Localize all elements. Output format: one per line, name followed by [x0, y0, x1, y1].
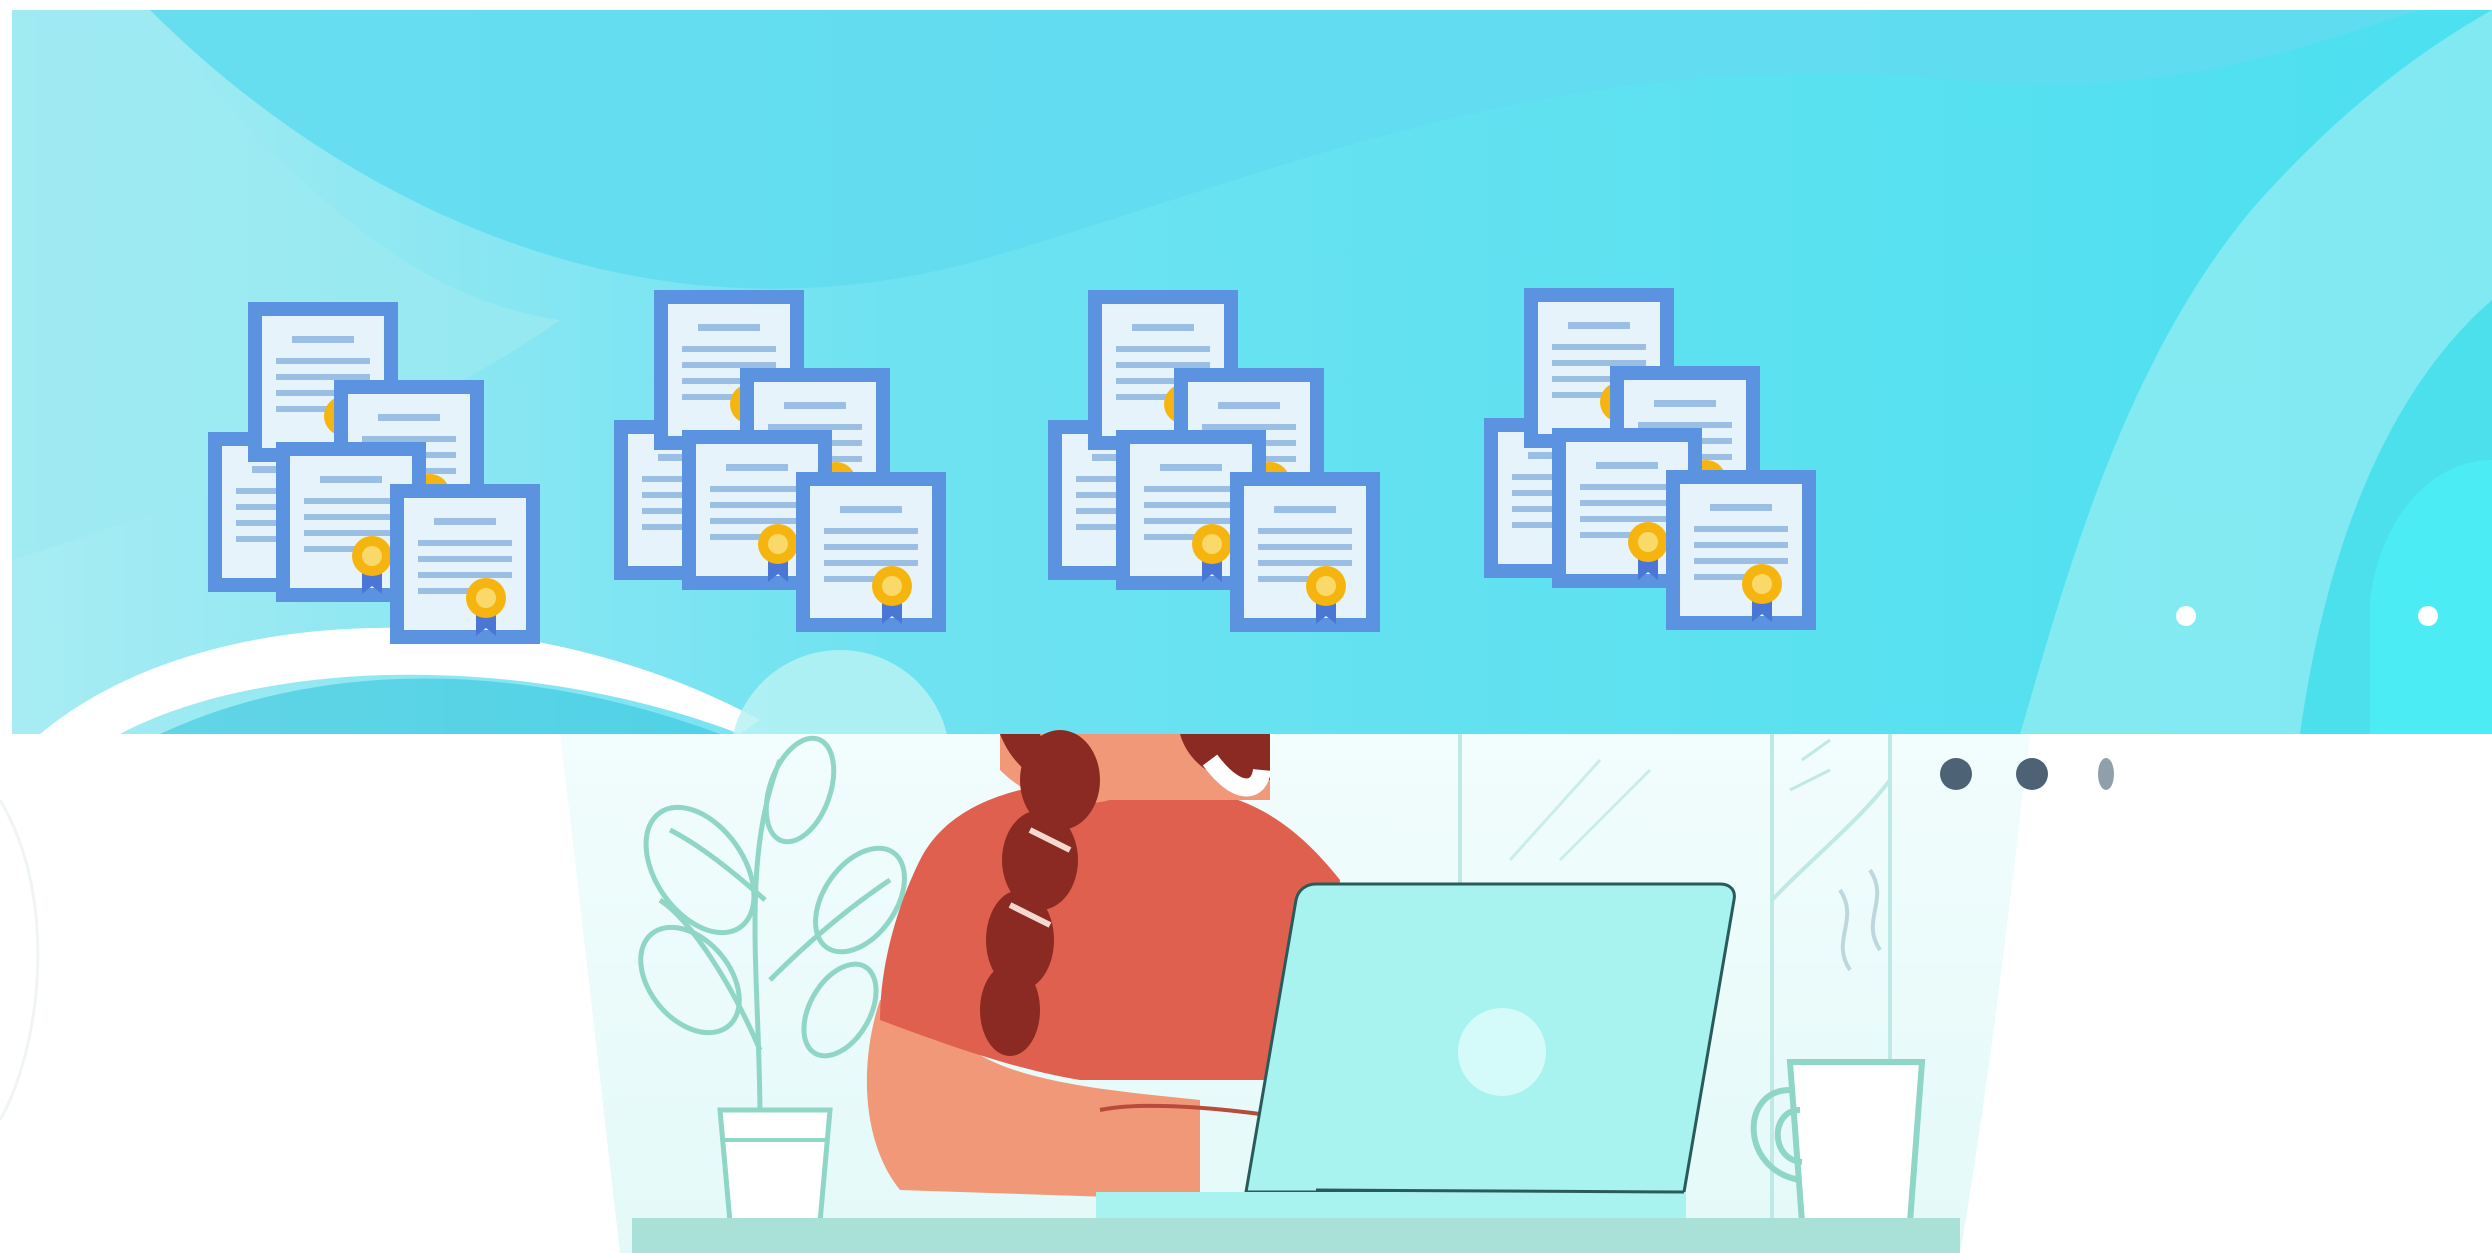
decor-dot-left — [2176, 606, 2196, 626]
carousel-dot-1[interactable] — [1940, 758, 1972, 790]
decor-dot-right — [2418, 606, 2438, 626]
carousel-dot-2[interactable] — [2016, 758, 2048, 790]
carousel-dot-3[interactable] — [2098, 758, 2114, 790]
bottom-scene — [0, 730, 2114, 1253]
desk — [632, 1218, 1960, 1253]
carousel-indicator[interactable] — [1940, 758, 2114, 790]
illustration-scene — [0, 10, 2492, 1253]
plant-pot — [717, 1107, 833, 1225]
